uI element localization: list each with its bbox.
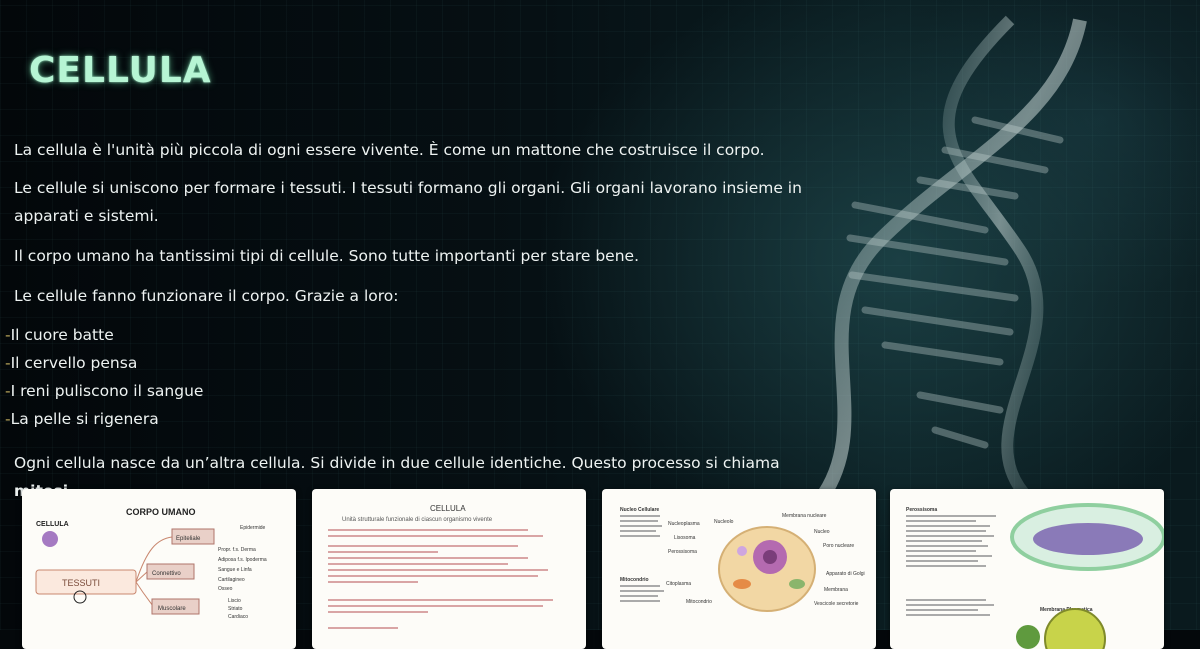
cell-label: Mitocondrio (686, 599, 712, 605)
cell-nucleolus (763, 550, 777, 564)
bullet-text: I reni puliscono il sangue (10, 382, 204, 400)
bullet-item: -Il cervello pensa (5, 349, 137, 377)
cellula-document-preview: CELLULA Unità strutturale funzionale di … (328, 504, 553, 629)
corpo-umano-diagram: CORPO UMANO CELLULA TESSUTI Epiteliale C… (35, 507, 267, 620)
tessuti-label: TESSUTI (62, 578, 100, 588)
cell-label: Nucleolo (714, 519, 734, 525)
side-title: Perossisoma (906, 507, 937, 513)
bullet-item: -I reni puliscono il sangue (5, 377, 203, 405)
cell-label: Poro nucleare (823, 543, 854, 549)
card-title: CORPO UMANO (126, 507, 196, 517)
cell-label: Citoplasma (666, 581, 691, 587)
card-subtitle: Unità strutturale funzionale di ciascun … (342, 517, 493, 523)
chloroplast (1016, 625, 1040, 649)
bullet-item: -Il cuore batte (5, 321, 114, 349)
cell-label: Nucleoplasma (668, 521, 700, 527)
leaf-label: Propr. f.s. Derma (218, 547, 256, 553)
side-title: Nucleo Cellulare (620, 507, 659, 513)
image-card-corpo-umano[interactable]: CORPO UMANO CELLULA TESSUTI Epiteliale C… (22, 489, 296, 649)
image-card-plant-cell[interactable]: Perossisoma Membrana Plasmatica (890, 489, 1164, 649)
leaf-label: Sangue e Linfa (218, 567, 252, 573)
cell-label: Membrana (824, 587, 848, 593)
main-content: CELLULA La cellula è l'unità più piccola… (0, 0, 1200, 649)
paragraph-4: Le cellule fanno funzionare il corpo. Gr… (14, 287, 399, 305)
cell-label: Lisosoma (674, 535, 696, 541)
organelle (1044, 608, 1106, 649)
paragraph-2: Le cellule si uniscono per formare i tes… (14, 179, 802, 225)
leaf-label: Osseo (218, 586, 233, 592)
cell-label: Apparato di Golgi (826, 571, 865, 577)
cell-label: Perossisoma (668, 549, 697, 555)
leaf-label: Liscio (228, 598, 241, 604)
branch-label: Connettivo (152, 571, 181, 577)
leaf-label: Cartilagineo (218, 577, 245, 583)
paragraph-3: Il corpo umano ha tantissimi tipi di cel… (14, 247, 639, 265)
paragraph-mitosi-text: Ogni cellula nasce da un’altra cellula. … (14, 454, 780, 472)
card-title: CELLULA (430, 504, 466, 513)
image-card-cellula-document[interactable]: CELLULA Unità strutturale funzionale di … (312, 489, 586, 649)
paragraph-1: La cellula è l'unità più piccola di ogni… (14, 141, 765, 159)
image-card-cell-diagram[interactable]: Nucleo Cellulare Mitocondrio Nucleolo Me… (602, 489, 876, 649)
cell-label: Vescicole secretorie (814, 601, 859, 607)
golgi (789, 579, 805, 589)
side-title: Mitocondrio (620, 577, 649, 583)
page-title: CELLULA (29, 50, 212, 91)
bullet-item: -La pelle si rigenera (5, 405, 159, 433)
bullet-text: Il cuore batte (10, 326, 114, 344)
bullet-text: Il cervello pensa (10, 354, 138, 372)
vacuole (1033, 523, 1143, 555)
bullet-text: La pelle si rigenera (10, 410, 159, 428)
text-lines (328, 529, 553, 629)
leaf-label: Adiposa f.s. Ipoderma (218, 557, 267, 563)
leaf-label: Epidermide (240, 525, 266, 531)
animal-cell-diagram: Nucleo Cellulare Mitocondrio Nucleolo Me… (620, 507, 865, 612)
cell-icon (42, 531, 58, 547)
lysosome (737, 546, 747, 556)
mitochondria (733, 579, 751, 589)
card-left-label: CELLULA (36, 521, 69, 528)
cell-label: Nucleo (814, 529, 830, 535)
branch-label: Muscolare (158, 606, 186, 612)
leaf-label: Striato (228, 606, 243, 612)
plant-cell-diagram: Perossisoma Membrana Plasmatica (906, 503, 1164, 649)
branch-label: Epiteliale (176, 536, 201, 542)
leaf-label: Cardiaco (228, 614, 248, 620)
cell-label: Membrana nucleare (782, 513, 827, 519)
